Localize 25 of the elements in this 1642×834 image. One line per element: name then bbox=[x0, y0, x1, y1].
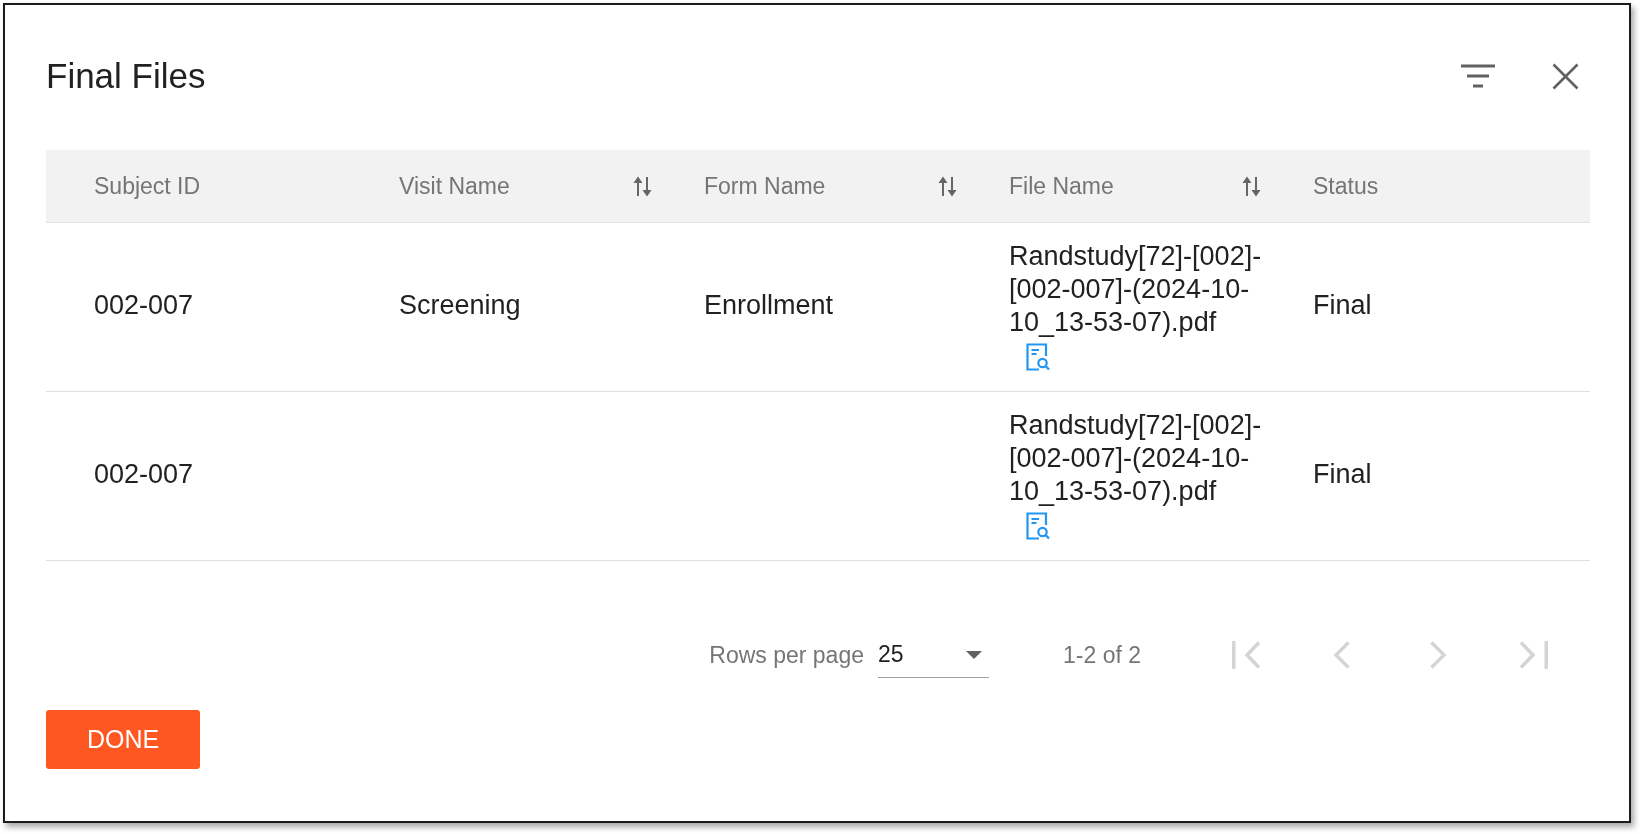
document-search-icon[interactable] bbox=[1026, 512, 1050, 540]
form-name-text: Enrollment bbox=[704, 290, 834, 320]
up-down-arrows-icon[interactable] bbox=[632, 174, 653, 198]
column-header: Status bbox=[1313, 172, 1379, 200]
rows-per-page-label: Rows per page bbox=[709, 641, 864, 669]
visit-name-text: Screening bbox=[399, 290, 521, 320]
page-range-text: 1-2 of 2 bbox=[1063, 641, 1141, 669]
dialog-title: Final Files bbox=[46, 56, 206, 96]
file-name-text: Randstudy[72]-[002]-[002-007]-(2024-10-10_13-53-07).pdf bbox=[1009, 409, 1263, 508]
column-header: Form Name bbox=[704, 172, 826, 200]
up-down-arrows-icon[interactable] bbox=[1241, 174, 1262, 198]
filter-icon[interactable] bbox=[1461, 64, 1495, 88]
subject-id-text: 002-007 bbox=[94, 290, 194, 320]
subject-id-text: 002-007 bbox=[94, 459, 194, 489]
caret-down-icon bbox=[966, 650, 982, 659]
status-text: Final bbox=[1313, 290, 1372, 320]
column-header: Subject ID bbox=[94, 172, 201, 200]
up-down-arrows-icon[interactable] bbox=[937, 174, 958, 198]
document-search-icon[interactable] bbox=[1026, 343, 1050, 371]
close-icon[interactable] bbox=[1552, 62, 1579, 90]
column-header: Visit Name bbox=[399, 172, 510, 200]
file-name-text: Randstudy[72]-[002]-[002-007]-(2024-10-10_13-53-07).pdf bbox=[1009, 240, 1263, 339]
status-text: Final bbox=[1313, 459, 1372, 489]
column-header: File Name bbox=[1009, 172, 1114, 200]
rows-per-page-select[interactable]: 25 bbox=[878, 632, 989, 678]
